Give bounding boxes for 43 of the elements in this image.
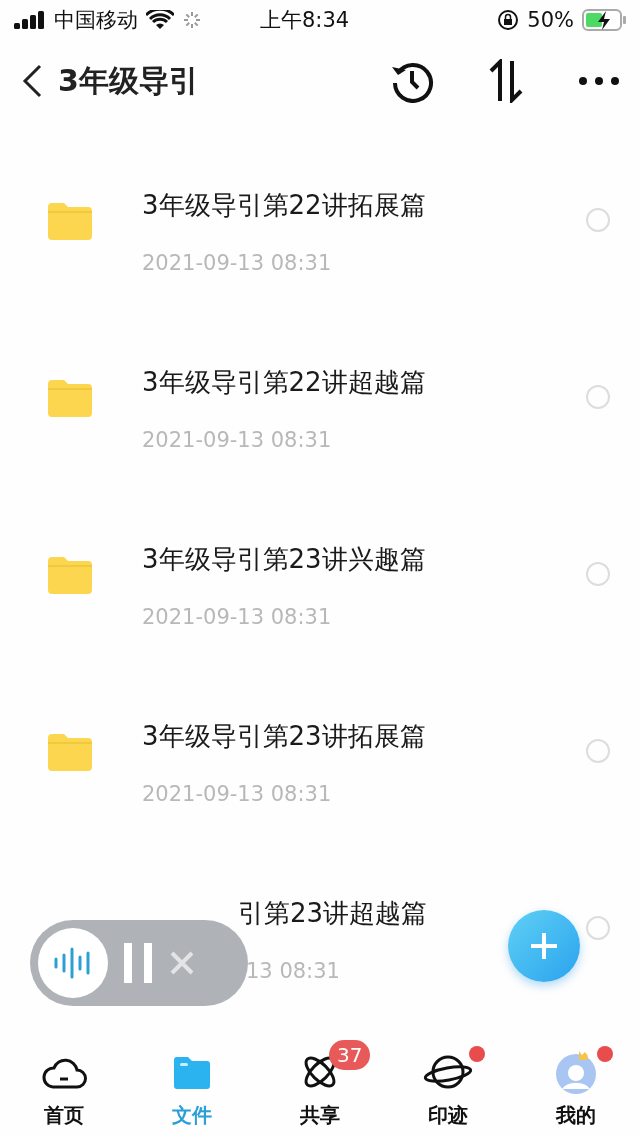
select-radio[interactable] bbox=[586, 385, 610, 409]
battery-charging-icon bbox=[582, 9, 626, 31]
folder-name[interactable]: 3年级导引第22讲超越篇 bbox=[142, 365, 426, 400]
folder-icon bbox=[48, 202, 92, 240]
folder-name[interactable]: 3年级导引第22讲拓展篇 bbox=[142, 188, 426, 223]
battery-percent: 50% bbox=[527, 8, 574, 32]
loading-icon bbox=[182, 10, 202, 30]
waveform-icon bbox=[53, 946, 93, 980]
tab-bar-item[interactable]: 37 共享 bbox=[256, 1040, 384, 1136]
page-title: 3年级导引 bbox=[58, 61, 200, 100]
rotation-lock-icon bbox=[497, 9, 520, 31]
wifi-icon bbox=[146, 10, 174, 30]
carrier-name: 中国移动 bbox=[54, 7, 138, 34]
plus-icon bbox=[530, 932, 558, 960]
select-radio[interactable] bbox=[586, 739, 610, 763]
sort-button[interactable] bbox=[488, 59, 524, 103]
add-button[interactable] bbox=[508, 910, 580, 982]
folder-icon bbox=[172, 1054, 212, 1090]
back-button[interactable] bbox=[20, 63, 44, 99]
tab-bar-item[interactable]: 印迹 bbox=[384, 1040, 512, 1136]
tab-bar-item[interactable]: 首页 bbox=[0, 1040, 128, 1136]
more-button[interactable] bbox=[578, 76, 620, 86]
notification-count: 37 bbox=[329, 1040, 371, 1070]
close-button[interactable] bbox=[170, 951, 194, 975]
select-radio[interactable] bbox=[586, 562, 610, 586]
folder-name[interactable]: 3年级导引第23讲拓展篇 bbox=[142, 719, 426, 754]
modified-date: 2021-09-13 08:31 bbox=[142, 605, 332, 629]
folder-name[interactable]: 引第23讲超越篇 bbox=[238, 896, 428, 931]
folder-icon bbox=[48, 379, 92, 417]
avatar-icon bbox=[553, 1049, 599, 1095]
tab-bar-item[interactable]: 我的 bbox=[512, 1040, 640, 1136]
folder-name[interactable]: 3年级导引第23讲兴趣篇 bbox=[142, 542, 426, 577]
select-radio[interactable] bbox=[586, 208, 610, 232]
modified-date: 2021-09-13 08:31 bbox=[142, 428, 332, 452]
select-radio[interactable] bbox=[586, 916, 610, 940]
modified-date: 2021-09-13 08:31 bbox=[142, 782, 332, 806]
folder-icon bbox=[48, 556, 92, 594]
clock-time: 上午8:34 bbox=[260, 7, 351, 34]
folder-icon bbox=[48, 733, 92, 771]
modified-date: 13 08:31 bbox=[245, 959, 340, 983]
voice-button[interactable] bbox=[38, 928, 108, 998]
signal-icon bbox=[14, 11, 46, 29]
modified-date: 2021-09-13 08:31 bbox=[142, 251, 332, 275]
